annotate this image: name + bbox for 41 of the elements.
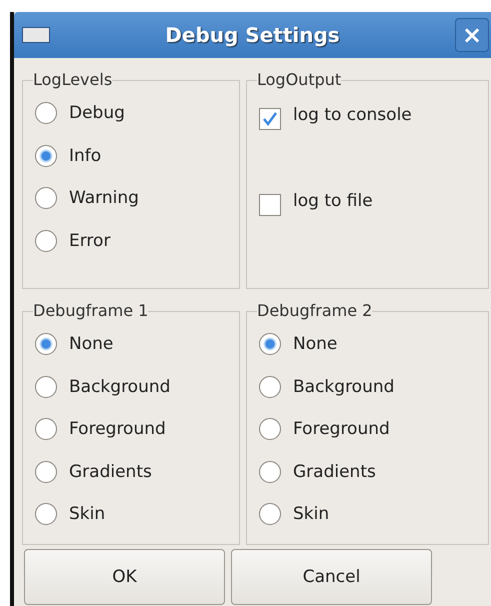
window-menu-icon[interactable] (22, 27, 50, 43)
option-label[interactable]: Skin (69, 504, 106, 524)
option-label[interactable]: Info (69, 146, 102, 166)
option-label[interactable]: log to console (293, 105, 412, 125)
option-label[interactable]: Gradients (69, 462, 152, 482)
radio-button[interactable] (259, 460, 281, 483)
option-label[interactable]: Error (69, 230, 110, 251)
radio-button[interactable] (35, 460, 57, 483)
radio-button[interactable] (35, 333, 57, 356)
dialog-button[interactable]: Cancel (231, 548, 432, 604)
option-label[interactable]: Foreground (69, 419, 166, 440)
group-title: LogOutput (257, 72, 342, 88)
radio-button[interactable] (35, 102, 57, 124)
group-title: Debugframe 2 (257, 303, 372, 319)
radio-button[interactable] (35, 418, 57, 440)
radio-button[interactable] (259, 503, 281, 526)
close-button[interactable]: × (455, 18, 489, 52)
option-label[interactable]: Foreground (293, 419, 390, 440)
radio-button[interactable] (35, 376, 57, 398)
option-label[interactable]: Gradients (293, 462, 376, 482)
option-label[interactable]: Debug (69, 103, 125, 124)
checkbox[interactable] (259, 194, 281, 216)
radio-button[interactable] (259, 333, 281, 356)
checkbox[interactable] (259, 108, 281, 130)
radio-button[interactable] (35, 503, 57, 526)
option-label[interactable]: Background (293, 376, 394, 397)
option-label[interactable]: None (293, 334, 338, 354)
radio-button[interactable] (259, 376, 281, 398)
option-label[interactable]: log to file (293, 191, 373, 211)
dialog-button[interactable]: OK (24, 548, 225, 604)
group-title: LogLevels (33, 72, 112, 88)
option-label[interactable]: Warning (69, 188, 139, 208)
radio-button[interactable] (35, 144, 57, 167)
option-label[interactable]: Background (69, 376, 170, 397)
radio-button[interactable] (35, 230, 57, 252)
radio-button[interactable] (35, 187, 57, 210)
option-label[interactable]: None (69, 334, 114, 354)
window-title: Debug Settings (164, 23, 341, 47)
option-label[interactable]: Skin (293, 504, 330, 524)
radio-button[interactable] (259, 418, 281, 440)
group-title: Debugframe 1 (33, 303, 148, 319)
